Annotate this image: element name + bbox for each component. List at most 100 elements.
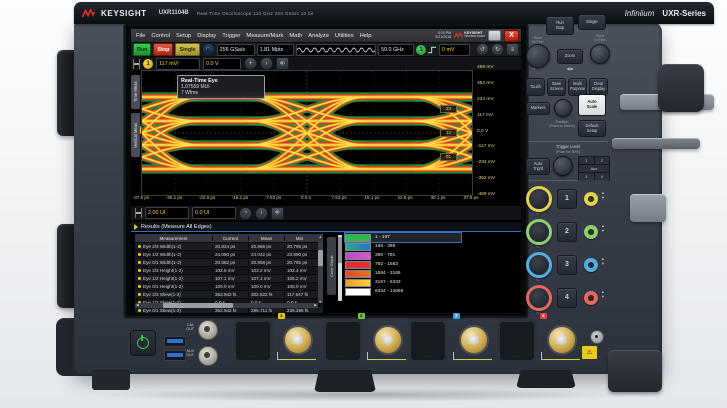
trigger-source-badge[interactable]: 1 — [416, 45, 426, 55]
channel1-scale-knob[interactable] — [526, 186, 552, 212]
menu-item-trigger[interactable]: Trigger — [222, 33, 240, 39]
horizontal-exit-icon[interactable]: ⎆ — [271, 207, 284, 220]
results-header[interactable]: Results (Measure All Edges) — [131, 222, 521, 232]
horizontal-slider-icon[interactable] — [135, 208, 142, 218]
channel1-badge[interactable]: 1 — [143, 59, 153, 69]
horizontal-scale-knob[interactable] — [526, 44, 550, 68]
results-hscroll-thumb[interactable] — [163, 303, 233, 308]
default-setup-key[interactable]: Default Setup — [578, 120, 606, 137]
table-row[interactable]: Eye 2/3 Skew(1-2)352.942 fs302.522 fs117… — [135, 291, 323, 299]
channel3-scale-knob[interactable] — [526, 252, 552, 278]
add-channel-icon[interactable]: + — [244, 57, 257, 70]
touch-icon[interactable]: ◠ — [202, 43, 215, 56]
menu-item-setup[interactable]: Setup — [176, 33, 191, 39]
results-hscrollbar[interactable]: ◀ ▶ — [135, 303, 318, 308]
tab-color-grade[interactable]: Color Grade — [327, 237, 336, 295]
col-header-mean[interactable]: Mean — [249, 236, 285, 241]
menu-item-help[interactable]: Help — [360, 33, 372, 39]
channel1-offset-knob[interactable] — [584, 192, 598, 206]
waveform-area[interactable]: Real-Time Eye 1.07559 MUI 7 Wfms 231201 — [141, 70, 473, 196]
close-button[interactable]: X — [504, 30, 519, 42]
stop-button[interactable]: Stop — [153, 43, 173, 56]
channel3-key[interactable]: 3 — [557, 255, 577, 275]
horizontal-position-field[interactable]: 0.0 UI — [192, 207, 236, 219]
bandwidth-wave-icon[interactable] — [296, 44, 376, 56]
single-key[interactable]: Single — [578, 14, 606, 30]
markers-key[interactable]: Markers — [526, 102, 550, 115]
exit-icon[interactable]: ⎆ — [276, 57, 289, 70]
table-row[interactable]: Eye 0/1 Height(1-2)109.0 mV109.0 mV108.0… — [135, 283, 323, 291]
run-stop-key[interactable]: Run Stop — [546, 16, 574, 35]
legend-row[interactable]: 1584 - 3166 — [345, 269, 461, 278]
menu-item-file[interactable]: File — [136, 33, 145, 39]
legend-row[interactable]: 198 - 395 — [345, 242, 461, 251]
horizontal-position-knob[interactable] — [590, 44, 610, 64]
channel2-key[interactable]: 2 — [557, 222, 577, 242]
col-header-measurement[interactable]: Measurement — [135, 236, 213, 241]
run-button[interactable]: Run — [133, 43, 151, 56]
toolbar-more-icon[interactable]: ≡ — [506, 43, 519, 56]
table-row[interactable]: Eye 2/3 Width(1-2)20.824 ps20.866 ps20.7… — [135, 243, 323, 251]
trig-select-aux[interactable]: Aux — [579, 165, 609, 172]
table-row[interactable]: Eye 0/1 Width(1-2)20.882 ps20.958 ps20.7… — [135, 259, 323, 267]
channel4-scale-knob[interactable] — [526, 285, 552, 311]
legend-row[interactable]: 792 - 1583 — [345, 260, 461, 269]
results-vscroll-thumb[interactable] — [318, 250, 323, 266]
menu-item-measuremark[interactable]: Measure/Mark — [246, 33, 283, 39]
redo-icon[interactable]: ↻ — [491, 43, 504, 56]
save-screen-key[interactable]: Save Screen — [547, 78, 566, 96]
touch-key[interactable]: Touch — [526, 78, 545, 96]
power-button[interactable] — [130, 330, 156, 356]
table-row[interactable]: Eye 1/2 Width(1-2)24.080 ps24.042 ps23.8… — [135, 251, 323, 259]
trig-select-3[interactable]: 3 — [579, 173, 594, 180]
col-header-current[interactable]: Current — [213, 236, 249, 241]
menu-item-control[interactable]: Control — [151, 33, 170, 39]
markers-knob[interactable] — [554, 99, 572, 117]
legend-row[interactable]: 3167 - 6333 — [345, 278, 461, 287]
legend-row[interactable]: 6334 - 12666 — [345, 287, 461, 296]
results-vscrollbar[interactable]: ▲ ▼ — [318, 242, 323, 303]
trig-select-4[interactable]: 4 — [595, 173, 610, 180]
channel1-key[interactable]: 1 — [557, 189, 577, 209]
menu-item-display[interactable]: Display — [197, 33, 216, 39]
single-button[interactable]: Single — [175, 43, 199, 56]
tab-vertical-meas[interactable]: Vertical Meas — [131, 113, 140, 157]
channel2-offset-knob[interactable] — [584, 225, 598, 239]
results-table[interactable]: MeasurementCurrentMeanMin Eye 2/3 Width(1… — [134, 233, 324, 309]
channel3-offset-knob[interactable] — [584, 258, 598, 272]
menu-item-math[interactable]: Math — [289, 33, 302, 39]
channel4-key[interactable]: 4 — [557, 288, 577, 308]
channel1-offset-field[interactable]: 0.0 V — [203, 58, 241, 70]
auto-trigd-key[interactable]: Auto Trig'd — [526, 158, 550, 175]
col-header-min[interactable]: Min — [285, 236, 314, 241]
memory-depth-field[interactable]: 1.81 Mpts — [257, 44, 294, 56]
menu-item-utilities[interactable]: Utilities — [335, 33, 354, 39]
trigger-level-knob[interactable] — [553, 156, 573, 176]
sample-rate-field[interactable]: 256 GSa/s — [217, 44, 255, 56]
menubar-right: 4:10 PM 5/21/2018 KEYSIGHT TECHNOLOGIES — [435, 30, 521, 42]
results-collapse-icon[interactable] — [134, 224, 138, 230]
channel1-scale-field[interactable]: 117 mV/ — [156, 58, 200, 70]
channel4-offset-knob[interactable] — [584, 291, 598, 305]
trig-select-2[interactable]: 2 — [595, 157, 610, 164]
tab-time-meas[interactable]: Time Meas — [131, 75, 140, 109]
trig-select-1[interactable]: 1 — [579, 157, 594, 164]
horizontal-scale-field[interactable]: 2.00 UI — [145, 207, 189, 219]
expand-icon[interactable]: › — [260, 57, 273, 70]
channel2-scale-knob[interactable] — [526, 219, 552, 245]
horizontal-options-icon[interactable]: ◔ — [239, 207, 252, 220]
bandwidth-field[interactable]: 50.0 GHz — [378, 44, 414, 56]
menu-item-analyze[interactable]: Analyze — [308, 33, 329, 39]
vertical-slider-icon[interactable] — [133, 59, 140, 69]
trigger-level-field[interactable]: 0 mV — [439, 44, 470, 56]
color-grade-scrollbar[interactable] — [338, 235, 342, 301]
zoom-key[interactable]: Zoom — [557, 49, 583, 64]
legend-row[interactable]: 1 - 197 — [345, 233, 461, 242]
table-row[interactable]: Eye 1/2 Height(1-2)107.1 mV107.1 mV106.2… — [135, 275, 323, 283]
undo-icon[interactable]: ↺ — [476, 43, 489, 56]
auto-scale-key[interactable]: Auto Scale — [578, 94, 606, 116]
table-row[interactable]: Eye 2/3 Height(1-2)102.6 mV103.2 mV102.4… — [135, 267, 323, 275]
legend-row[interactable]: 396 - 791 — [345, 251, 461, 260]
horizontal-expand-icon[interactable]: › — [255, 207, 268, 220]
minimize-button[interactable] — [488, 30, 501, 41]
